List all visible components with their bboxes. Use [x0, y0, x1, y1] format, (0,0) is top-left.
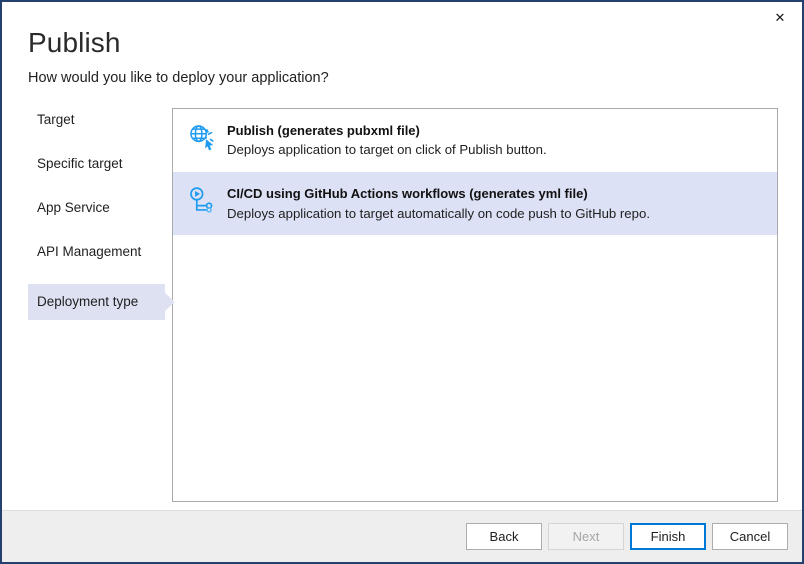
- back-button[interactable]: Back: [466, 523, 542, 550]
- sidebar-item-target[interactable]: Target: [28, 108, 165, 132]
- sidebar-item-label: Target: [37, 112, 75, 127]
- option-cicd-github-actions[interactable]: CI/CD using GitHub Actions workflows (ge…: [173, 172, 777, 235]
- next-button: Next: [548, 523, 624, 550]
- dialog-body: Target Specific target App Service API M…: [2, 87, 802, 510]
- dialog-header: Publish How would you like to deploy you…: [2, 2, 802, 87]
- option-title: CI/CD using GitHub Actions workflows (ge…: [227, 185, 650, 203]
- sidebar-item-label: Specific target: [37, 156, 123, 171]
- title-bar: ✕: [758, 2, 802, 34]
- sidebar-item-label: Deployment type: [37, 294, 138, 309]
- sidebar-item-deployment-type[interactable]: Deployment type: [28, 284, 165, 320]
- option-description: Deploys application to target on click o…: [227, 141, 547, 159]
- globe-click-icon: [185, 121, 217, 153]
- page-title: Publish: [28, 28, 802, 59]
- page-subtitle: How would you like to deploy your applic…: [28, 69, 802, 87]
- finish-button[interactable]: Finish: [630, 523, 706, 550]
- sidebar-item-label: App Service: [37, 200, 110, 215]
- sidebar-item-app-service[interactable]: App Service: [28, 196, 165, 220]
- sidebar-item-api-management[interactable]: API Management: [28, 240, 165, 264]
- option-publish-pubxml[interactable]: Publish (generates pubxml file) Deploys …: [173, 109, 777, 172]
- publish-dialog: ✕ Publish How would you like to deploy y…: [0, 0, 804, 564]
- close-icon[interactable]: ✕: [758, 2, 802, 33]
- sidebar-item-label: API Management: [37, 244, 141, 259]
- sidebar-item-specific-target[interactable]: Specific target: [28, 152, 165, 176]
- option-title: Publish (generates pubxml file): [227, 122, 547, 140]
- option-text-block: Publish (generates pubxml file) Deploys …: [227, 121, 547, 160]
- wizard-steps-sidebar: Target Specific target App Service API M…: [2, 108, 172, 340]
- cicd-workflow-icon: [185, 184, 217, 216]
- dialog-footer: Back Next Finish Cancel: [2, 510, 802, 562]
- cancel-button[interactable]: Cancel: [712, 523, 788, 550]
- option-text-block: CI/CD using GitHub Actions workflows (ge…: [227, 184, 650, 223]
- option-description: Deploys application to target automatica…: [227, 205, 650, 223]
- deployment-type-options-panel: Publish (generates pubxml file) Deploys …: [172, 108, 778, 502]
